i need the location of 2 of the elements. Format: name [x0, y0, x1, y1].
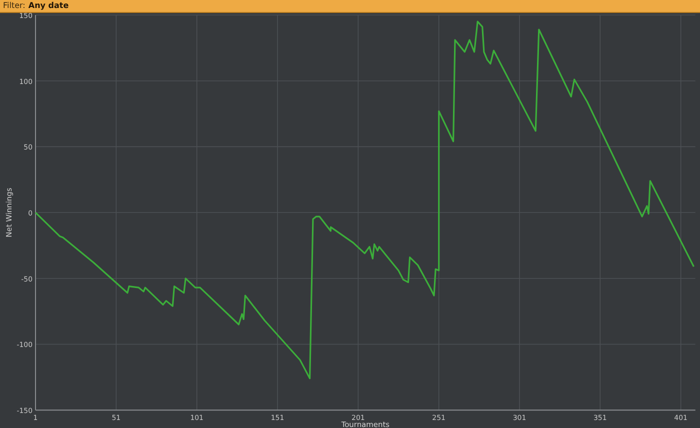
- filter-label: Filter:: [3, 0, 26, 12]
- filter-value: Any date: [28, 0, 69, 12]
